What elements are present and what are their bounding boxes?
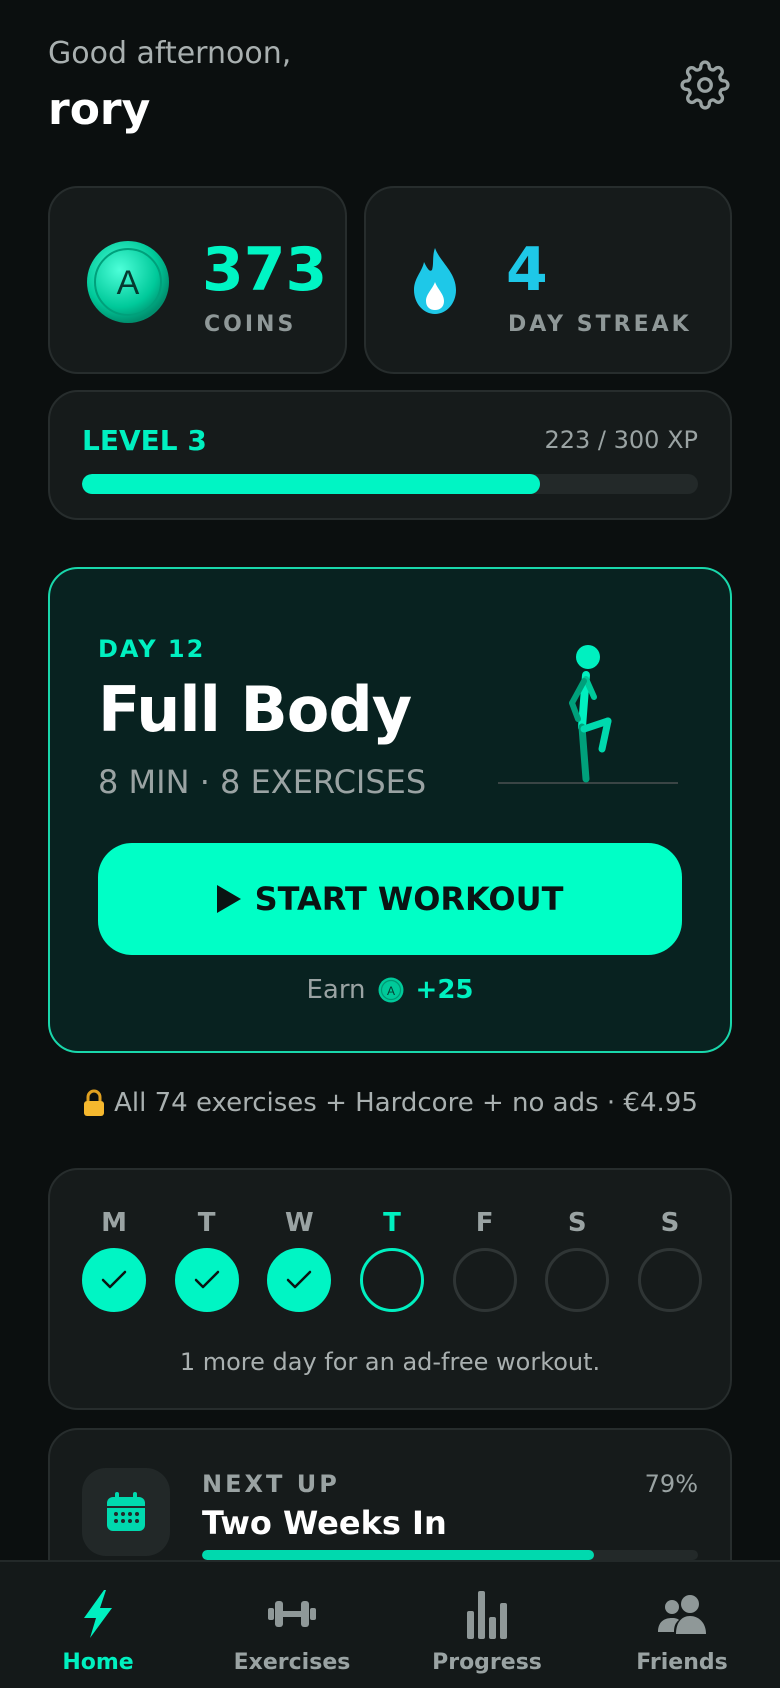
week-tracker-card: M T W T F S S 1 more day for an ad-free workou… bbox=[48, 1168, 732, 1410]
play-icon bbox=[216, 885, 241, 913]
nav-progress[interactable]: Progress bbox=[407, 1562, 567, 1688]
workout-day-label: DAY 12 bbox=[98, 635, 206, 663]
streak-card[interactable]: 4 DAY STREAK bbox=[364, 186, 732, 374]
workout-meta: 8 MIN · 8 EXERCISES bbox=[98, 763, 427, 801]
week-day-4: F bbox=[452, 1208, 517, 1312]
nav-home[interactable]: Home bbox=[18, 1562, 178, 1688]
level-xp: 223 / 300 XP bbox=[544, 426, 698, 454]
week-day-letter: T bbox=[383, 1208, 401, 1238]
next-up-progress-bar bbox=[202, 1550, 698, 1560]
week-day-2: W bbox=[267, 1208, 332, 1312]
level-card: LEVEL 3 223 / 300 XP bbox=[48, 390, 732, 520]
earn-value: +25 bbox=[415, 975, 474, 1005]
week-day-status-circle bbox=[82, 1248, 146, 1312]
workout-title: Full Body bbox=[98, 673, 412, 746]
level-title: LEVEL 3 bbox=[82, 424, 207, 457]
nav-friends-label: Friends bbox=[636, 1650, 728, 1675]
week-day-letter: M bbox=[101, 1208, 127, 1238]
next-up-label: NEXT UP bbox=[202, 1470, 340, 1498]
dumbbell-icon bbox=[264, 1588, 320, 1640]
earn-label: Earn bbox=[306, 975, 366, 1005]
workout-card: DAY 12 Full Body 8 MIN · 8 EXERCISES STA… bbox=[48, 567, 732, 1053]
bar-chart-icon bbox=[459, 1588, 515, 1640]
week-day-status-circle bbox=[359, 1248, 424, 1312]
week-day-5: S bbox=[545, 1208, 610, 1312]
lightning-icon bbox=[70, 1588, 126, 1640]
streak-label: DAY STREAK bbox=[508, 312, 692, 337]
week-day-status-circle bbox=[637, 1248, 702, 1312]
upsell-text: All 74 exercises + Hardcore + no ads · €… bbox=[114, 1088, 698, 1118]
nav-friends[interactable]: Friends bbox=[602, 1562, 762, 1688]
next-up-progress-fill bbox=[202, 1550, 594, 1560]
week-day-status-circle bbox=[267, 1248, 332, 1312]
nav-exercises[interactable]: Exercises bbox=[212, 1562, 372, 1688]
level-progress-fill bbox=[82, 474, 540, 494]
nav-home-label: Home bbox=[62, 1650, 134, 1675]
week-day-1: T bbox=[174, 1208, 239, 1312]
week-day-3: T bbox=[359, 1208, 424, 1312]
streak-value: 4 bbox=[506, 235, 548, 305]
week-day-letter: S bbox=[660, 1208, 680, 1238]
start-workout-button[interactable]: START WORKOUT bbox=[98, 843, 682, 955]
start-workout-label: START WORKOUT bbox=[254, 880, 564, 918]
week-day-letter: T bbox=[197, 1208, 216, 1238]
premium-upsell-link[interactable]: All 74 exercises + Hardcore + no ads · €… bbox=[0, 1088, 780, 1118]
calendar-icon bbox=[107, 1492, 145, 1531]
gear-icon bbox=[680, 60, 730, 110]
nav-progress-label: Progress bbox=[432, 1650, 542, 1675]
coins-value: 373 bbox=[202, 235, 328, 305]
exercise-figure-illustration bbox=[498, 637, 682, 787]
calendar-tile bbox=[82, 1468, 170, 1556]
checkmark-icon bbox=[287, 1270, 312, 1289]
week-day-status-circle bbox=[545, 1248, 610, 1312]
coin-small-icon: A bbox=[378, 977, 404, 1003]
week-day-0: M bbox=[82, 1208, 146, 1312]
week-day-6: S bbox=[637, 1208, 702, 1312]
week-day-status-circle bbox=[452, 1248, 517, 1312]
week-days-row: MTWTFSS bbox=[82, 1208, 702, 1312]
checkmark-icon bbox=[194, 1270, 219, 1289]
checkmark-icon bbox=[101, 1270, 127, 1289]
settings-button[interactable] bbox=[680, 60, 730, 110]
nav-exercises-label: Exercises bbox=[233, 1650, 351, 1675]
svg-text:A: A bbox=[117, 264, 140, 302]
coins-label: COINS bbox=[204, 312, 297, 337]
week-day-letter: W bbox=[284, 1208, 314, 1238]
week-day-letter: F bbox=[475, 1208, 494, 1238]
next-up-title: Two Weeks In bbox=[202, 1504, 447, 1542]
week-day-letter: S bbox=[567, 1208, 587, 1238]
bottom-navigation: Home Exercises Progress Friends bbox=[0, 1560, 780, 1688]
week-note: 1 more day for an ad-free workout. bbox=[179, 1348, 601, 1376]
flame-icon bbox=[410, 246, 460, 316]
username: rory bbox=[48, 84, 151, 135]
lock-icon bbox=[82, 1089, 106, 1117]
next-up-percent: 79% bbox=[644, 1470, 698, 1498]
greeting-text: Good afternoon, bbox=[48, 36, 292, 71]
people-icon bbox=[654, 1588, 710, 1640]
coin-icon: A bbox=[86, 240, 170, 324]
earn-reward-row: Earn A +25 bbox=[50, 975, 730, 1005]
level-progress-bar bbox=[82, 474, 698, 494]
svg-text:A: A bbox=[387, 984, 395, 998]
coins-card[interactable]: A 373 COINS bbox=[48, 186, 347, 374]
week-day-status-circle bbox=[174, 1248, 239, 1312]
